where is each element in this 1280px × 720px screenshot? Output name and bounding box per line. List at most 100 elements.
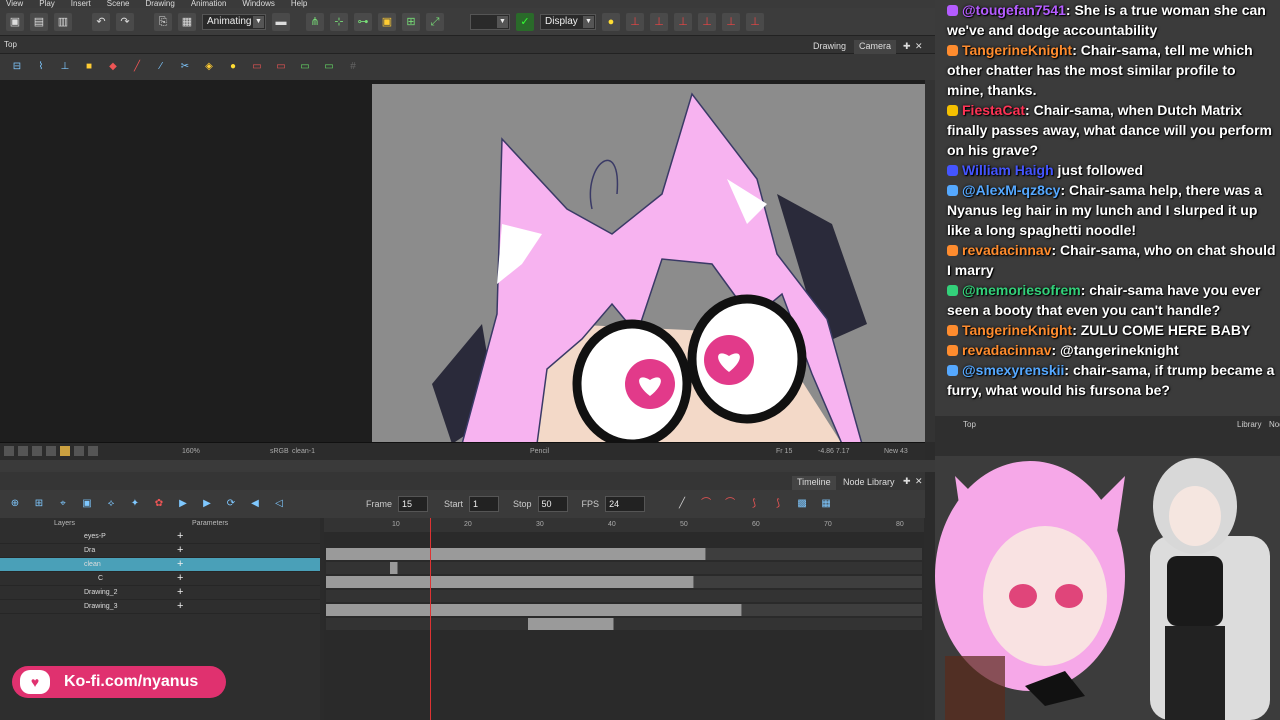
frame-track[interactable] bbox=[326, 604, 922, 616]
layer-row-selected[interactable]: clean + bbox=[0, 558, 320, 572]
play-selection-icon[interactable]: ▶ bbox=[200, 497, 214, 511]
save-all-icon[interactable]: ▤ bbox=[30, 12, 48, 31]
chat-username[interactable]: TangerineKnight bbox=[962, 42, 1072, 58]
chat-username[interactable]: @tougefan7541 bbox=[962, 2, 1066, 18]
expand-layer-icon[interactable]: + bbox=[177, 572, 183, 584]
close-icon[interactable]: ✕ bbox=[910, 475, 928, 489]
chat-username[interactable]: @smexyrenskii bbox=[962, 362, 1064, 378]
frame-track[interactable] bbox=[326, 618, 922, 630]
exposure-block[interactable] bbox=[528, 618, 614, 630]
add-drawing-icon[interactable]: ⊞ bbox=[32, 497, 46, 511]
add-effect-icon[interactable]: ✿ bbox=[152, 497, 166, 511]
highlight-icon[interactable]: ✓ bbox=[516, 12, 534, 31]
layer-row[interactable]: C + bbox=[0, 572, 320, 586]
zoom-level[interactable]: 160% bbox=[182, 448, 200, 455]
expand-layer-icon[interactable]: + bbox=[177, 558, 183, 570]
undo-icon[interactable]: ↶ bbox=[92, 12, 110, 31]
select-icon[interactable]: ⊟ bbox=[10, 60, 24, 74]
menu-item-help[interactable]: Help bbox=[291, 0, 307, 8]
add-peg-icon[interactable]: ⌖ bbox=[56, 497, 70, 511]
pencil-icon[interactable]: ╱ bbox=[130, 60, 144, 74]
expand-layer-icon[interactable]: + bbox=[177, 544, 183, 556]
constant-segment-icon[interactable]: ⟆ bbox=[771, 497, 785, 511]
view-icon[interactable] bbox=[4, 446, 14, 456]
layer-green-2-icon[interactable]: ▭ bbox=[322, 60, 336, 74]
tab-timeline[interactable]: Timeline bbox=[792, 476, 836, 490]
layer-red-icon[interactable]: ▭ bbox=[250, 60, 264, 74]
chat-username[interactable]: revadacinnav bbox=[962, 242, 1052, 258]
kofi-link[interactable]: Ko-fi.com/nyanus bbox=[64, 673, 198, 691]
tool-preset-select[interactable]: ▼ bbox=[470, 13, 510, 30]
chat-username[interactable]: revadacinnav bbox=[962, 342, 1052, 358]
exposure-block[interactable] bbox=[326, 576, 694, 588]
exposure-block[interactable] bbox=[326, 604, 742, 616]
onion-skin-keys-icon[interactable]: ⊥ bbox=[746, 12, 764, 31]
frame-track[interactable] bbox=[326, 576, 922, 588]
paint-icon[interactable]: ◆ bbox=[106, 60, 120, 74]
save-icon[interactable]: ▣ bbox=[6, 12, 24, 31]
panel-divider[interactable] bbox=[0, 460, 935, 472]
frame-track[interactable] bbox=[326, 590, 922, 602]
export-icon[interactable]: ▥ bbox=[54, 12, 72, 31]
layer-row[interactable]: eyes-P + bbox=[0, 530, 320, 544]
onion-skin-reset-icon[interactable]: ⊥ bbox=[722, 12, 740, 31]
tab-node-library[interactable]: Node Library bbox=[838, 476, 900, 490]
add-sound-icon[interactable]: ✦ bbox=[128, 497, 142, 511]
layer-red-2-icon[interactable]: ▭ bbox=[274, 60, 288, 74]
onion-skin-prev-icon[interactable]: ⊥ bbox=[650, 12, 668, 31]
display-select[interactable]: Display ▼ bbox=[540, 13, 596, 30]
lock-icon[interactable]: ■ bbox=[82, 60, 96, 74]
loop-icon[interactable]: ⟳ bbox=[224, 497, 238, 511]
onion-skin-next-icon[interactable]: ⊥ bbox=[674, 12, 692, 31]
lock-icon[interactable] bbox=[46, 446, 56, 456]
brush-icon[interactable]: ⁄ bbox=[154, 60, 168, 74]
bulb-icon[interactable]: ● bbox=[226, 60, 240, 74]
exposure-block[interactable] bbox=[390, 562, 398, 574]
frame-icon[interactable]: ▣ bbox=[378, 12, 396, 31]
chat-username[interactable]: FiestaCat bbox=[962, 102, 1025, 118]
cutter-icon[interactable]: ✂ bbox=[178, 60, 192, 74]
menu-item-drawing[interactable]: Drawing bbox=[145, 0, 174, 8]
menu-item-view[interactable]: View bbox=[6, 0, 23, 8]
timeline-frames[interactable]: 10 20 30 40 50 60 70 80 bbox=[324, 518, 924, 720]
smooth-icon[interactable]: ◈ bbox=[202, 60, 216, 74]
stop-field[interactable]: 50 bbox=[537, 496, 568, 512]
paste-icon[interactable]: ▦ bbox=[178, 12, 196, 31]
canvas-scrollbar[interactable] bbox=[925, 80, 935, 442]
layer-row[interactable]: Drawing_3 + bbox=[0, 600, 320, 614]
frame-ruler[interactable]: 10 20 30 40 50 60 70 80 bbox=[324, 518, 924, 532]
expand-layer-icon[interactable]: + bbox=[177, 586, 183, 598]
rotate-icon[interactable] bbox=[88, 446, 98, 456]
onion-skin-all-icon[interactable]: ⊥ bbox=[698, 12, 716, 31]
tab-node[interactable]: Node bbox=[1269, 420, 1280, 429]
deform-icon[interactable]: ⊶ bbox=[354, 12, 372, 31]
contour-editor-icon[interactable]: ⌇ bbox=[34, 60, 48, 74]
add-deform-icon[interactable]: ⟡ bbox=[104, 497, 118, 511]
play-icon[interactable]: ▶ bbox=[176, 497, 190, 511]
menu-item-windows[interactable]: Windows bbox=[242, 0, 274, 8]
layer-icon[interactable]: ▬ bbox=[272, 12, 290, 31]
exposure-block[interactable] bbox=[326, 548, 706, 560]
menu-item-scene[interactable]: Scene bbox=[107, 0, 130, 8]
chat-username[interactable]: William Haigh bbox=[962, 162, 1054, 178]
chat-username[interactable]: @AlexM-qz8cy bbox=[962, 182, 1060, 198]
redo-icon[interactable]: ↷ bbox=[116, 12, 134, 31]
layer-row[interactable]: Dra + bbox=[0, 544, 320, 558]
tab-camera[interactable]: Camera bbox=[854, 40, 897, 54]
add-layer-icon[interactable]: ⊕ bbox=[8, 497, 22, 511]
grid-icon[interactable]: # bbox=[346, 60, 360, 74]
layer-row[interactable]: Drawing_2 + bbox=[0, 586, 320, 600]
motion-keyframe-icon[interactable]: ⟆ bbox=[747, 497, 761, 511]
camera-canvas[interactable] bbox=[0, 80, 925, 442]
reset-icon[interactable] bbox=[74, 446, 84, 456]
expand-layer-icon[interactable]: + bbox=[177, 600, 183, 612]
tab-library[interactable]: Library bbox=[1237, 420, 1261, 429]
close-icon[interactable]: ✕ bbox=[910, 40, 928, 54]
peg-icon[interactable]: ⊞ bbox=[402, 12, 420, 31]
playhead[interactable] bbox=[430, 518, 431, 720]
centerline-icon[interactable]: ⊥ bbox=[58, 60, 72, 74]
menu-item-animation[interactable]: Animation bbox=[191, 0, 227, 8]
sound-scrub-icon[interactable]: ◁ bbox=[272, 497, 286, 511]
grid-icon[interactable] bbox=[18, 446, 28, 456]
sound-icon[interactable]: ◀ bbox=[248, 497, 262, 511]
